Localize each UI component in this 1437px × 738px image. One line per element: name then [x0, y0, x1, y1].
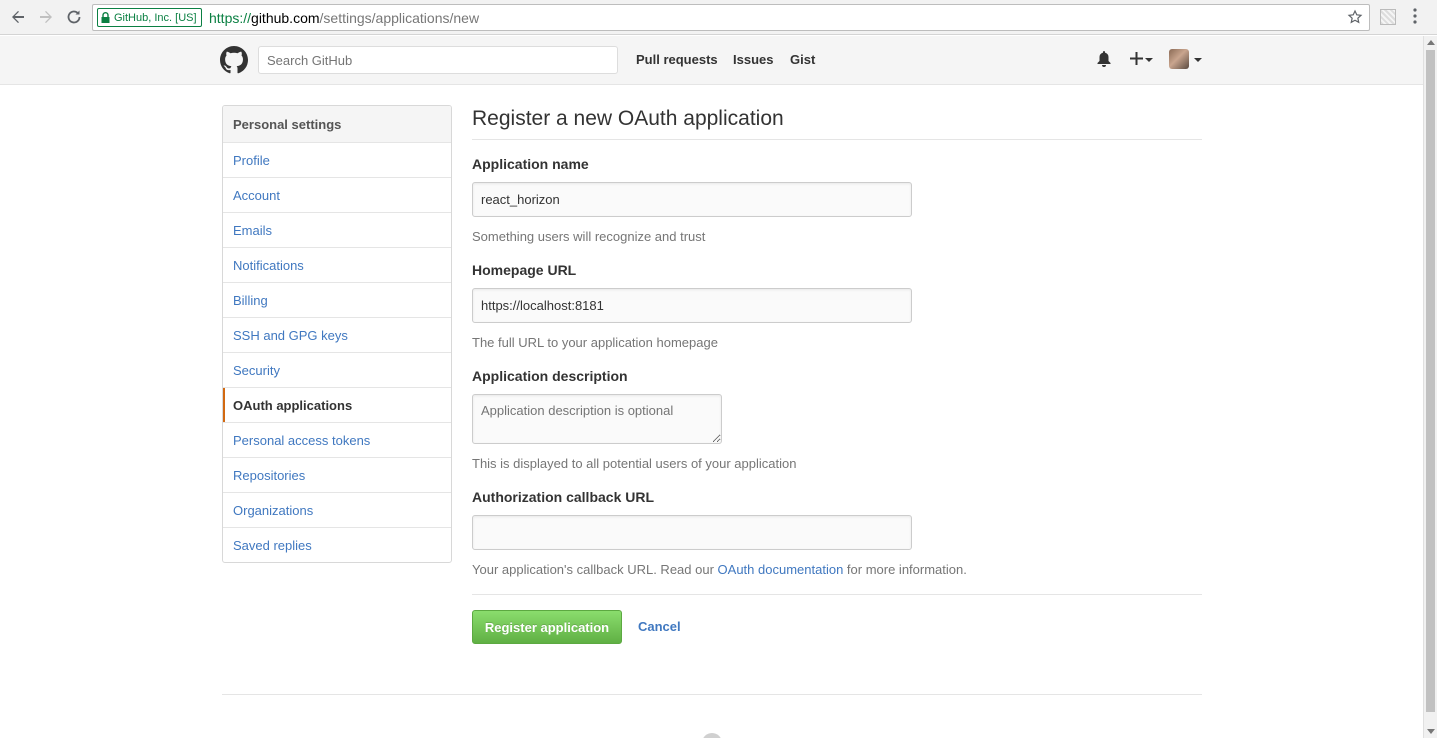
sidebar-item-oauth-applications[interactable]: OAuth applications: [223, 388, 451, 423]
page-scrollbar[interactable]: [1423, 36, 1437, 738]
sidebar-item-emails[interactable]: Emails: [223, 213, 451, 248]
sidebar-item-profile[interactable]: Profile: [223, 143, 451, 178]
security-label: GitHub, Inc. [US]: [114, 11, 197, 24]
address-bar[interactable]: GitHub, Inc. [US] https://github.com/set…: [92, 4, 1370, 31]
browser-toolbar: GitHub, Inc. [US] https://github.com/set…: [0, 0, 1437, 35]
avatar[interactable]: [1169, 49, 1189, 69]
reload-icon[interactable]: [64, 7, 84, 27]
app-description-label: Application description: [472, 368, 628, 384]
form-divider: [472, 594, 1202, 595]
sidebar-title: Personal settings: [223, 106, 451, 143]
scrollbar-thumb[interactable]: [1426, 50, 1435, 712]
sidebar-item-repositories[interactable]: Repositories: [223, 458, 451, 493]
forward-arrow-icon[interactable]: [36, 7, 56, 27]
app-name-input[interactable]: [472, 182, 912, 217]
sidebar-item-ssh-gpg-keys[interactable]: SSH and GPG keys: [223, 318, 451, 353]
notifications-bell-icon[interactable]: [1097, 51, 1111, 70]
sidebar-item-account[interactable]: Account: [223, 178, 451, 213]
security-badge[interactable]: GitHub, Inc. [US]: [97, 8, 202, 27]
browser-menu-icon[interactable]: [1413, 8, 1417, 27]
callback-url-note: Your application's callback URL. Read ou…: [472, 562, 967, 577]
scroll-down-icon[interactable]: [1427, 729, 1435, 734]
sidebar-item-saved-replies[interactable]: Saved replies: [223, 528, 451, 562]
settings-sidebar: Personal settings Profile Account Emails…: [222, 105, 452, 563]
homepage-url-label: Homepage URL: [472, 262, 577, 278]
callback-url-input[interactable]: [472, 515, 912, 550]
create-new-chevron-down-icon[interactable]: [1145, 58, 1153, 62]
main-content: Register a new OAuth application: [472, 105, 1202, 140]
register-application-button[interactable]: Register application: [472, 610, 622, 644]
app-name-label: Application name: [472, 156, 589, 172]
footer-logo-icon[interactable]: [702, 733, 722, 738]
app-description-note: This is displayed to all potential users…: [472, 456, 797, 471]
sidebar-item-notifications[interactable]: Notifications: [223, 248, 451, 283]
site-header: Pull requests Issues Gist: [0, 36, 1423, 85]
sidebar-item-organizations[interactable]: Organizations: [223, 493, 451, 528]
cancel-button[interactable]: Cancel: [638, 619, 681, 634]
sidebar-item-security[interactable]: Security: [223, 353, 451, 388]
oauth-documentation-link[interactable]: OAuth documentation: [718, 562, 844, 577]
callback-url-label: Authorization callback URL: [472, 489, 655, 505]
extension-icon[interactable]: [1380, 9, 1396, 25]
nav-gist[interactable]: Gist: [790, 52, 815, 67]
nav-pull-requests[interactable]: Pull requests: [636, 52, 718, 67]
app-description-textarea[interactable]: [472, 394, 722, 444]
homepage-url-input[interactable]: [472, 288, 912, 323]
url-text: https://github.com/settings/applications…: [209, 10, 480, 26]
lock-icon: [101, 12, 110, 23]
sidebar-item-personal-access-tokens[interactable]: Personal access tokens: [223, 423, 451, 458]
bookmark-star-icon[interactable]: [1347, 9, 1363, 28]
back-arrow-icon[interactable]: [8, 7, 28, 27]
user-menu-chevron-down-icon[interactable]: [1194, 58, 1202, 62]
app-name-note: Something users will recognize and trust: [472, 229, 706, 244]
homepage-url-note: The full URL to your application homepag…: [472, 335, 718, 350]
sidebar-item-billing[interactable]: Billing: [223, 283, 451, 318]
nav-issues[interactable]: Issues: [733, 52, 773, 67]
page-title: Register a new OAuth application: [472, 105, 1202, 140]
search-input[interactable]: [258, 46, 618, 74]
scroll-up-icon[interactable]: [1427, 40, 1435, 45]
github-logo-icon[interactable]: [220, 46, 248, 77]
plus-icon[interactable]: [1130, 52, 1143, 68]
footer-divider: [222, 694, 1202, 695]
